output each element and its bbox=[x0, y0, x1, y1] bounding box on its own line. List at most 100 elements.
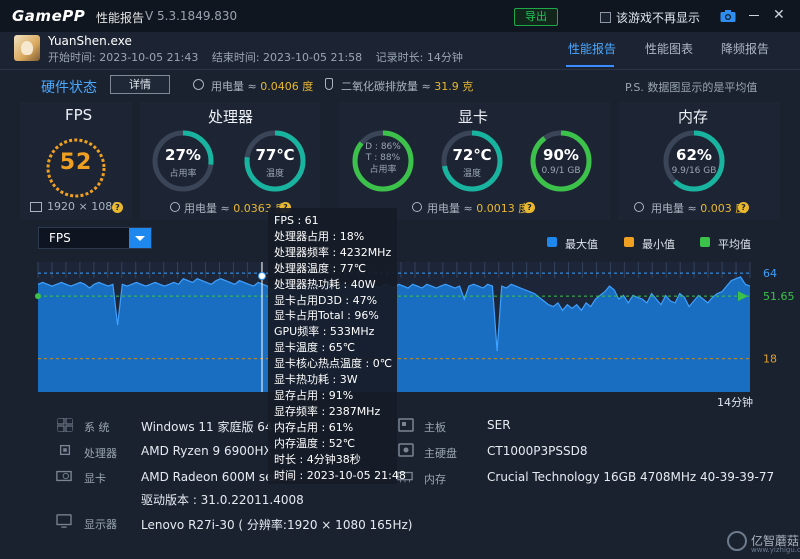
legend-max-label: 最大值 bbox=[565, 238, 598, 251]
camera-icon[interactable] bbox=[720, 9, 736, 23]
avg-start-dot bbox=[35, 293, 41, 300]
fps-title: FPS bbox=[65, 106, 93, 124]
disk-icon bbox=[398, 443, 414, 457]
fps-chart[interactable]: 64 51.65 18 bbox=[0, 252, 800, 412]
gpu-vram-gauge: 90% 0.9/1 GB bbox=[529, 129, 593, 193]
gpu-driver-version: 驱动版本 : 31.0.22011.4008 bbox=[141, 493, 304, 507]
hide-game-checkbox[interactable] bbox=[600, 12, 611, 23]
display-value: Lenovo R27i-30 ( 分辨率:1920 × 1080 165Hz) bbox=[141, 518, 413, 532]
resolution-help-icon[interactable]: ? bbox=[112, 202, 123, 213]
windows-icon bbox=[57, 418, 73, 432]
memory-label: 内存 bbox=[424, 473, 446, 486]
tooltip-line: 显卡温度 : 65℃ bbox=[274, 341, 356, 355]
motherboard-icon bbox=[398, 418, 414, 432]
tooltip-line: 时间 : 2023-10-05 21:48 bbox=[274, 468, 406, 482]
cpu-label: 处理器 bbox=[84, 447, 117, 460]
hover-cursor-dot bbox=[258, 272, 266, 280]
tooltip-line: 处理器占用 : 18% bbox=[274, 229, 365, 243]
process-name: YuanShen.exe bbox=[48, 34, 132, 48]
chart-duration-label: 14分钟 bbox=[717, 396, 753, 409]
gpu-d-usage: D : 86% bbox=[365, 142, 401, 152]
legend-min-swatch bbox=[624, 237, 634, 247]
total-power: 用电量 ≈ 0.0406 度 bbox=[211, 80, 314, 93]
disk-value: CT1000P3PSSD8 bbox=[487, 444, 588, 458]
ram-power: 用电量 ≈ 0.003 度 bbox=[651, 202, 747, 215]
legend-max-swatch bbox=[547, 237, 557, 247]
tooltip-line: 显存频率 : 2387MHz bbox=[274, 404, 381, 418]
tooltip-line: 处理器频率 : 4232MHz bbox=[274, 245, 392, 259]
app-title: 性能报告 bbox=[96, 11, 145, 25]
cpu-title: 处理器 bbox=[208, 108, 254, 126]
memory-value: Crucial Technology 16GB 4708MHz 40-39-39… bbox=[487, 470, 775, 484]
metric-select[interactable]: FPS bbox=[38, 227, 152, 249]
ram-power-help-icon[interactable]: ? bbox=[738, 202, 749, 213]
chevron-down-icon[interactable] bbox=[129, 228, 151, 248]
duration: 记录时长: 14分钟 bbox=[375, 51, 463, 64]
tooltip-line: FPS : 61 bbox=[274, 214, 319, 227]
process-header: YuanShen.exe 开始时间: 2023-10-05 21:43 结束时间… bbox=[0, 32, 800, 70]
tab-performance-report[interactable]: 性能报告 bbox=[568, 40, 616, 57]
cpu-temp-label: 温度 bbox=[265, 169, 284, 179]
details-button[interactable]: 详情 bbox=[110, 75, 170, 94]
tooltip-line: 处理器温度 : 77℃ bbox=[274, 261, 367, 275]
disk-label: 主硬盘 bbox=[424, 447, 457, 460]
hardware-status-title: 硬件状态 bbox=[41, 80, 97, 96]
resolution-label: 1920 × 1080 bbox=[47, 200, 120, 213]
min-value-label: 18 bbox=[763, 353, 777, 366]
avg-value-label: 51.65 bbox=[763, 290, 795, 303]
app-version: V 5.3.1849.830 bbox=[145, 9, 238, 23]
game-avatar bbox=[14, 35, 40, 61]
tab-performance-chart[interactable]: 性能图表 bbox=[645, 40, 693, 57]
tooltip-line: 显卡占用D3D : 47% bbox=[274, 293, 378, 307]
ram-usage-label: 9.9/16 GB bbox=[671, 166, 717, 176]
watermark-logo-icon bbox=[727, 531, 747, 551]
fps-gauge: 52 bbox=[44, 136, 108, 200]
active-tab-indicator bbox=[566, 65, 614, 67]
cpu-usage-label: 占用率 bbox=[169, 169, 197, 179]
monitor-icon bbox=[56, 514, 72, 528]
gpu-vram-label: 0.9/1 GB bbox=[541, 166, 581, 176]
gpu-label: 显卡 bbox=[84, 472, 106, 485]
chart-tooltip: FPS : 61 处理器占用 : 18% 处理器频率 : 4232MHz 处理器温度 … bbox=[268, 208, 406, 484]
tooltip-line: 显卡占用Total : 96% bbox=[274, 309, 379, 323]
start-time: 开始时间: 2023-10-05 21:43 bbox=[48, 51, 199, 64]
tab-throttle-report[interactable]: 降频报告 bbox=[721, 40, 769, 57]
cpu-usage-gauge: 27% 占用率 bbox=[151, 129, 215, 193]
tooltip-line: GPU频率 : 533MHz bbox=[274, 325, 375, 339]
gpu-power: 用电量 ≈ 0.0013 度 bbox=[427, 202, 530, 215]
gpu-power-help-icon[interactable]: ? bbox=[524, 202, 535, 213]
tooltip-line: 显存占用 : 91% bbox=[274, 388, 354, 402]
gpu-power-icon bbox=[412, 202, 422, 212]
close-button[interactable]: ✕ bbox=[773, 7, 785, 23]
export-button[interactable]: 导出 bbox=[514, 8, 558, 26]
system-label: 系 统 bbox=[84, 421, 110, 434]
hide-game-label[interactable]: 该游戏不再显示 bbox=[616, 9, 700, 26]
gpu-temp-value: 72℃ bbox=[452, 146, 492, 164]
app-logo: GamePP bbox=[12, 7, 86, 25]
end-time: 结束时间: 2023-10-05 21:58 bbox=[211, 51, 363, 64]
cpu-temp-gauge: 77℃ 温度 bbox=[243, 129, 307, 193]
legend-avg-swatch bbox=[700, 237, 710, 247]
minimize-button[interactable] bbox=[749, 15, 759, 16]
title-bar: GamePP 性能报告 V 5.3.1849.830 导出 该游戏不再显示 ✕ bbox=[0, 0, 800, 32]
motherboard-value: SER bbox=[487, 418, 511, 432]
cpu-temp-value: 77℃ bbox=[255, 146, 295, 164]
metric-select-value: FPS bbox=[49, 231, 71, 245]
co2-emission: 二氧化碳排放量 ≈ 31.9 克 bbox=[341, 80, 474, 93]
tooltip-line: 处理器热功耗 : 40W bbox=[274, 277, 376, 291]
ram-usage-gauge: 62% 9.9/16 GB bbox=[662, 129, 726, 193]
legend-min-label: 最小值 bbox=[642, 238, 675, 251]
session-times: 开始时间: 2023-10-05 21:43 结束时间: 2023-10-05 … bbox=[48, 49, 473, 65]
gpu-temp-label: 温度 bbox=[462, 169, 481, 179]
cpu-icon bbox=[59, 444, 71, 456]
gpu-usage-label: 占用率 bbox=[369, 165, 397, 175]
power-icon bbox=[193, 79, 204, 90]
cpu-usage-value: 27% bbox=[165, 146, 201, 164]
tooltip-line: 内存温度 : 52℃ bbox=[274, 436, 356, 450]
motherboard-label: 主板 bbox=[424, 421, 446, 434]
legend-avg-label: 平均值 bbox=[718, 238, 751, 251]
gpu-title: 显卡 bbox=[458, 108, 489, 126]
gpu-t-usage: T : 88% bbox=[365, 153, 401, 163]
cpu-value: AMD Ryzen 9 6900HX bbox=[141, 444, 272, 458]
watermark-url: www.yizhigu.com bbox=[751, 546, 800, 554]
